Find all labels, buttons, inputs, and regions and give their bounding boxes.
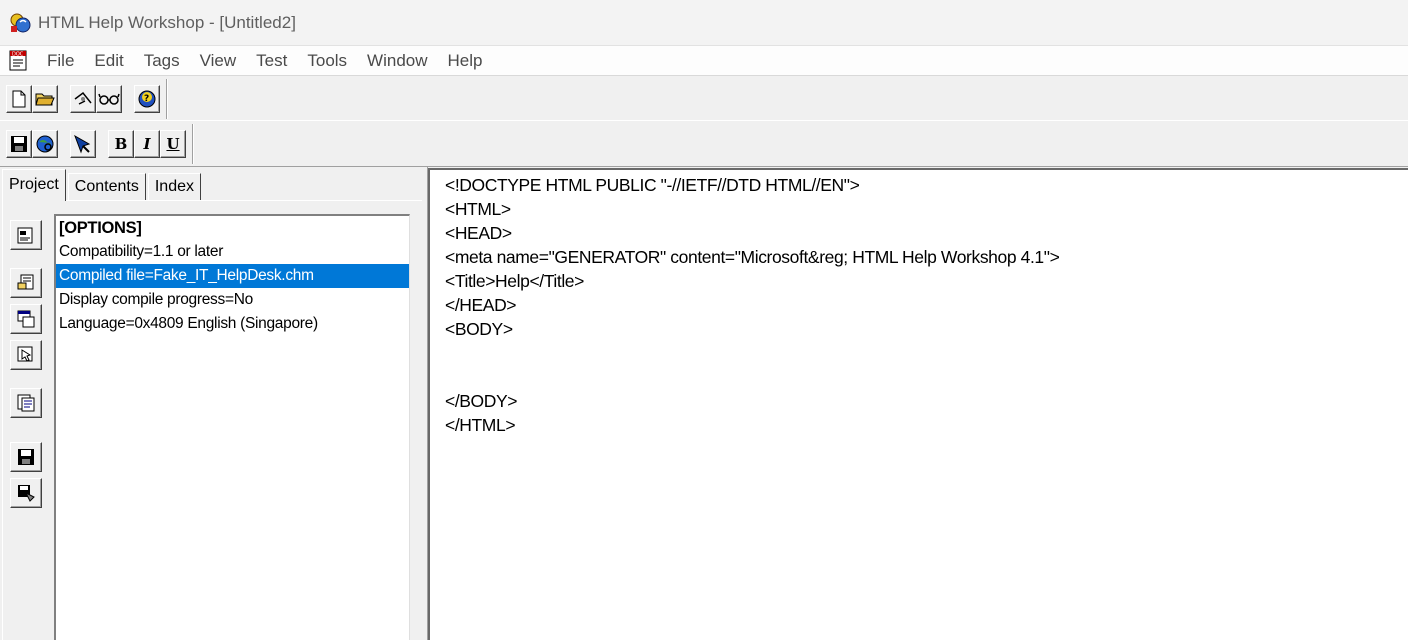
menu-file[interactable]: File: [37, 47, 84, 75]
add-file-icon: [17, 274, 34, 290]
project-pane: Project Contents Index [OPTIONS] Compati…: [0, 167, 424, 640]
save-compile-icon: [18, 485, 35, 502]
toolbar-row-1: ?: [0, 77, 1408, 121]
option-language[interactable]: Language=0x4809 English (Singapore): [56, 312, 409, 336]
code-line[interactable]: </HTML>: [445, 413, 1408, 437]
code-line[interactable]: <BODY>: [445, 317, 1408, 341]
options-section-header[interactable]: [OPTIONS]: [56, 216, 409, 240]
svg-text:?: ?: [144, 94, 149, 104]
save-project-button[interactable]: [10, 442, 42, 472]
project-options-list[interactable]: [OPTIONS] Compatibility=1.1 or later Com…: [54, 214, 410, 640]
bold-button[interactable]: B: [108, 130, 134, 158]
save-compile-button[interactable]: [10, 478, 42, 508]
browser-view-button[interactable]: [32, 130, 58, 158]
menu-help[interactable]: Help: [438, 47, 493, 75]
html-files-button[interactable]: [10, 388, 42, 418]
open-folder-icon: [35, 93, 55, 105]
compile-icon: [74, 91, 92, 105]
jump-icon: [74, 134, 91, 154]
view-compiled-button[interactable]: [96, 84, 122, 113]
browser-view-icon: [36, 135, 54, 153]
new-file-button[interactable]: [6, 84, 32, 113]
option-display-progress[interactable]: Display compile progress=No: [56, 288, 409, 312]
menu-window[interactable]: Window: [357, 47, 437, 75]
menu-view[interactable]: View: [190, 47, 247, 75]
tab-index[interactable]: Index: [147, 173, 201, 201]
document-icon[interactable]: DOC: [7, 49, 31, 73]
api-map-button[interactable]: [10, 340, 42, 370]
svg-text:DOC: DOC: [12, 51, 24, 57]
code-line[interactable]: </BODY>: [445, 389, 1408, 413]
toolbar-row-2: B I U: [0, 122, 1408, 167]
file-toolbar-group: ?: [0, 78, 168, 119]
edit-toolbar-group: B I U: [0, 124, 194, 164]
tab-project[interactable]: Project: [2, 169, 66, 201]
change-options-button[interactable]: [10, 220, 42, 250]
new-file-icon: [12, 90, 26, 107]
api-map-icon: [17, 346, 33, 362]
app-icon: [8, 10, 34, 36]
window-title: HTML Help Workshop - [Untitled2]: [38, 12, 296, 32]
menu-tools[interactable]: Tools: [297, 47, 357, 75]
menu-tags[interactable]: Tags: [134, 47, 190, 75]
title-bar: HTML Help Workshop - [Untitled2]: [0, 0, 1408, 46]
help-icon: ?: [138, 90, 156, 107]
code-line[interactable]: <meta name="GENERATOR" content="Microsof…: [445, 245, 1408, 269]
code-line[interactable]: [445, 341, 1408, 365]
tab-contents[interactable]: Contents: [67, 173, 146, 201]
open-file-button[interactable]: [32, 84, 58, 113]
html-files-icon: [17, 394, 35, 412]
italic-button[interactable]: I: [134, 130, 160, 158]
compile-button[interactable]: [70, 84, 96, 113]
option-compiled-file[interactable]: Compiled file=Fake_IT_HelpDesk.chm: [56, 264, 409, 288]
code-line[interactable]: <!DOCTYPE HTML PUBLIC "-//IETF//DTD HTML…: [445, 173, 1408, 197]
add-file-button[interactable]: [10, 268, 42, 298]
menu-edit[interactable]: Edit: [84, 47, 133, 75]
underline-button[interactable]: U: [160, 130, 186, 158]
add-window-button[interactable]: [10, 304, 42, 334]
change-options-icon: [17, 227, 33, 244]
menu-test[interactable]: Test: [246, 47, 297, 75]
code-line[interactable]: <Title>Help</Title>: [445, 269, 1408, 293]
save-project-icon: [18, 449, 34, 465]
view-compiled-icon: [98, 93, 120, 105]
save-button[interactable]: [6, 130, 32, 158]
menu-bar: DOC File Edit Tags View Test Tools Windo…: [0, 46, 1408, 76]
save-icon: [11, 136, 27, 152]
code-line[interactable]: <HTML>: [445, 197, 1408, 221]
help-button[interactable]: ?: [134, 84, 160, 113]
code-line[interactable]: <HEAD>: [445, 221, 1408, 245]
option-compatibility[interactable]: Compatibility=1.1 or later: [56, 240, 409, 264]
jump-button[interactable]: [70, 130, 96, 158]
add-window-icon: [17, 310, 35, 328]
html-editor[interactable]: <!DOCTYPE HTML PUBLIC "-//IETF//DTD HTML…: [428, 168, 1408, 640]
code-line[interactable]: </HEAD>: [445, 293, 1408, 317]
pane-tabs: Project Contents Index: [2, 169, 203, 201]
code-line[interactable]: [445, 365, 1408, 389]
